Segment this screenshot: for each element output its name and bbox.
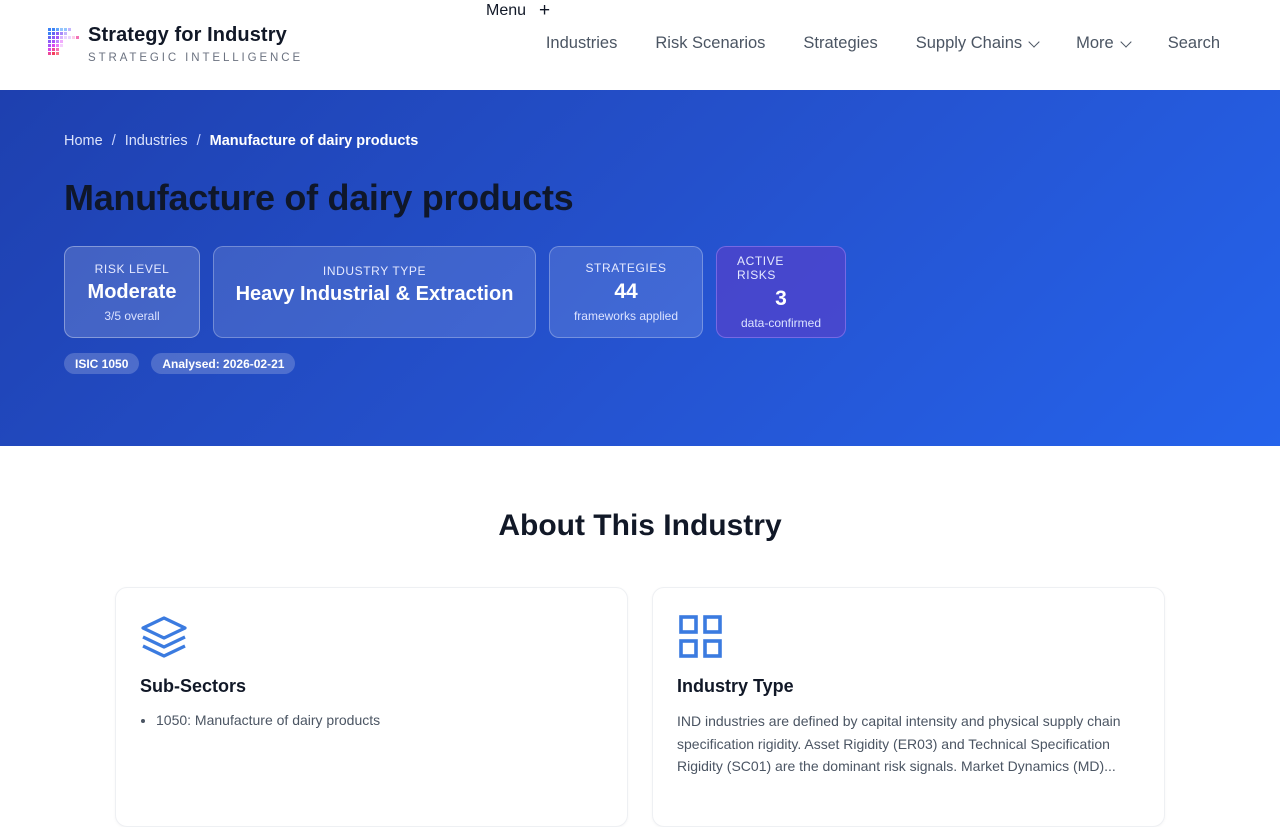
isic-tag: ISIC 1050 <box>64 353 140 374</box>
layers-icon <box>141 616 187 658</box>
chevron-down-icon <box>1120 35 1132 48</box>
grid-icon <box>679 615 722 658</box>
logo-mark-icon <box>48 28 79 58</box>
breadcrumb: Home / Industries / Manufacture of dairy… <box>64 133 418 149</box>
brand-subtitle: STRATEGIC INTELLIGENCE <box>88 52 304 64</box>
active-risks-value: 3 <box>775 287 787 310</box>
page-title: Manufacture of dairy products <box>64 177 574 218</box>
subsector-list: 1050: Manufacture of dairy products <box>156 712 380 728</box>
nav-industries[interactable]: Industries <box>546 34 618 53</box>
industry-hero: Home / Industries / Manufacture of dairy… <box>0 90 1280 446</box>
stat-label: RISK LEVEL <box>94 261 170 276</box>
menu-toggle-button[interactable]: Menu + <box>486 0 551 21</box>
breadcrumb-separator: / <box>111 133 116 149</box>
menu-label: Menu <box>486 2 527 19</box>
strategies-value: 44 <box>614 280 638 303</box>
industry-type-card: INDUSTRY TYPE Heavy Industrial & Extract… <box>213 246 536 338</box>
stat-label: STRATEGIES <box>585 261 667 275</box>
list-item: 1050: Manufacture of dairy products <box>156 712 380 728</box>
nav-supply-chains[interactable]: Supply Chains <box>915 34 1040 53</box>
section-title: About This Industry <box>498 509 782 542</box>
brand-text: Strategy for Industry STRATEGIC INTELLIG… <box>88 22 303 64</box>
card-title: Sub-Sectors <box>140 676 247 696</box>
breadcrumb-current: Manufacture of dairy products <box>209 133 419 149</box>
brand-title: Strategy for Industry <box>88 24 287 46</box>
risk-level-card: RISK LEVEL Moderate 3/5 overall <box>64 246 200 338</box>
breadcrumb-industries[interactable]: Industries <box>125 133 188 149</box>
nav-more[interactable]: More <box>1076 34 1132 53</box>
card-title: Industry Type <box>677 676 794 696</box>
brand-logo[interactable]: Strategy for Industry STRATEGIC INTELLIG… <box>48 22 303 64</box>
tag-list: ISIC 1050 Analysed: 2026-02-21 <box>64 353 296 374</box>
industry-type-value: Heavy Industrial & Extraction <box>235 283 514 305</box>
nav-strategies[interactable]: Strategies <box>803 34 877 53</box>
active-risks-sub: data-confirmed <box>740 316 822 330</box>
risk-level-value: Moderate <box>87 280 177 303</box>
stat-cards: RISK LEVEL Moderate 3/5 overall INDUSTRY… <box>64 246 846 338</box>
main-nav: Industries Risk Scenarios Strategies Sup… <box>546 34 1220 53</box>
nav-label: Risk Scenarios <box>655 34 766 52</box>
plus-icon: + <box>539 0 551 21</box>
chevron-down-icon <box>1028 35 1040 48</box>
nav-label: Supply Chains <box>915 34 1023 52</box>
risk-level-sub: 3/5 overall <box>104 308 160 323</box>
strategies-card: STRATEGIES 44 frameworks applied <box>549 246 703 338</box>
breadcrumb-separator: / <box>196 133 201 149</box>
industry-type-info-card: Industry Type IND industries are defined… <box>652 587 1165 827</box>
nav-risk-scenarios[interactable]: Risk Scenarios <box>655 34 765 53</box>
strategies-sub: frameworks applied <box>573 309 679 323</box>
nav-search[interactable]: Search <box>1168 34 1220 53</box>
stat-label: INDUSTRY TYPE <box>322 264 427 278</box>
active-risks-card: ACTIVE RISKS 3 data-confirmed <box>716 246 846 338</box>
nav-label: Industries <box>545 34 618 52</box>
industry-type-description: IND industries are defined by capital in… <box>677 713 1121 774</box>
nav-label: More <box>1076 34 1114 52</box>
analysed-date-tag: Analysed: 2026-02-21 <box>151 353 296 374</box>
subsectors-card: Sub-Sectors 1050: Manufacture of dairy p… <box>115 587 628 827</box>
site-header: Strategy for Industry STRATEGIC INTELLIG… <box>0 0 1280 90</box>
nav-label: Strategies <box>803 34 878 52</box>
stat-label: ACTIVE RISKS <box>737 254 784 282</box>
nav-label: Search <box>1167 34 1220 52</box>
breadcrumb-home[interactable]: Home <box>64 133 103 149</box>
